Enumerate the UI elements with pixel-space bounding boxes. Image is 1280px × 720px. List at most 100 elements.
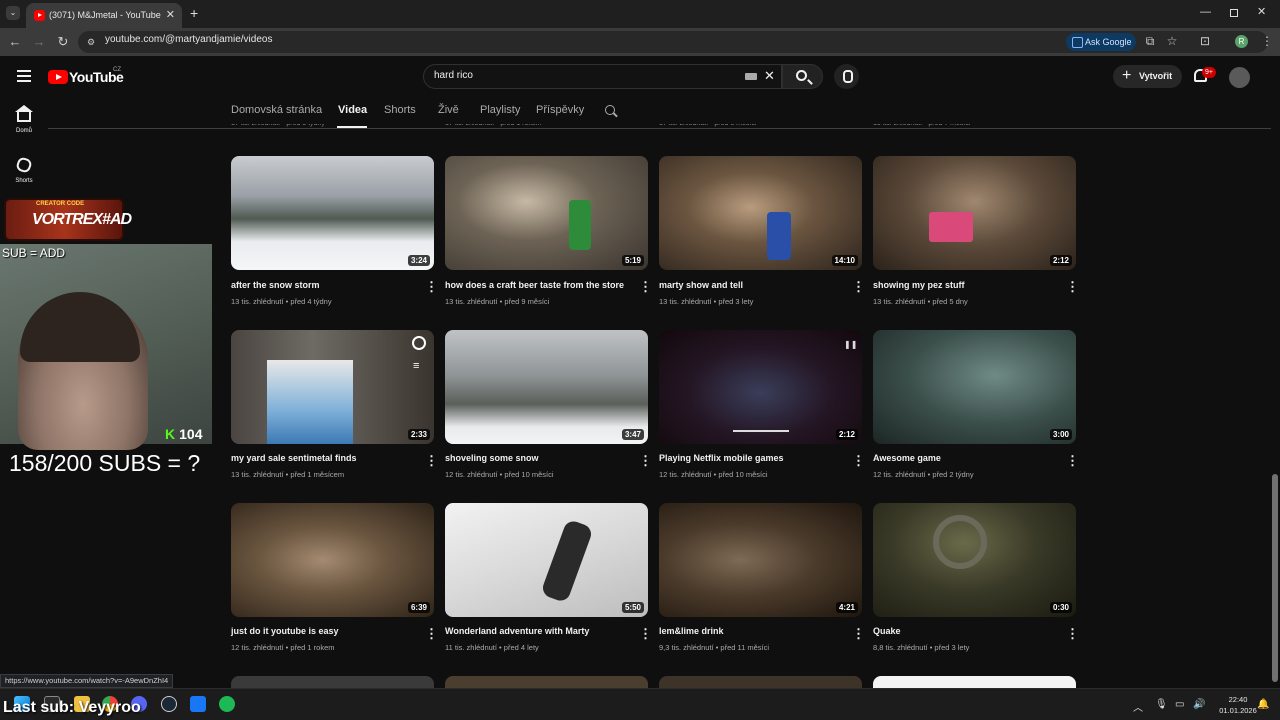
browser-profile-avatar[interactable]: R xyxy=(1235,35,1248,48)
youtube-logo-icon[interactable] xyxy=(48,70,68,84)
video-thumbnail[interactable]: 5:50 xyxy=(445,503,648,617)
video-menu-icon[interactable] xyxy=(1066,626,1079,642)
video-thumbnail[interactable]: 3:00 xyxy=(873,330,1076,444)
clear-search-icon[interactable]: ✕ xyxy=(764,68,775,84)
video-thumbnail[interactable]: 3:24 xyxy=(231,156,434,270)
ask-google-button[interactable]: Ask Google xyxy=(1066,33,1136,51)
video-title[interactable]: showing my pez stuff xyxy=(873,280,1053,290)
tab-posts[interactable]: Příspěvky xyxy=(536,104,584,116)
video-menu-icon[interactable] xyxy=(425,453,438,469)
tab-list-button[interactable]: ⌄ xyxy=(6,6,20,20)
pause-icon[interactable]: ❚❚ xyxy=(844,340,857,349)
video-menu-icon[interactable] xyxy=(1066,279,1079,295)
browser-menu-icon[interactable]: ⋮ xyxy=(1259,33,1275,49)
video-title[interactable]: Quake xyxy=(873,626,1053,636)
progress-bar[interactable] xyxy=(733,430,789,432)
video-title[interactable]: Wonderland adventure with Marty xyxy=(445,626,625,636)
video-menu-icon[interactable] xyxy=(1066,453,1079,469)
video-thumbnail[interactable]: 3:47 xyxy=(445,330,648,444)
extensions-icon[interactable]: ⊡ xyxy=(1197,33,1213,49)
video-title[interactable]: shoveling some snow xyxy=(445,453,625,463)
notification-center-icon[interactable]: 🔔 xyxy=(1257,699,1269,710)
browser-tab-youtube[interactable]: (3071) M&Jmetal - YouTube ✕ xyxy=(26,3,182,28)
video-menu-icon[interactable] xyxy=(852,626,865,642)
video-thumbnail[interactable]: 4:21 xyxy=(659,503,862,617)
new-tab-button[interactable]: + xyxy=(190,5,198,21)
video-meta-cutoff: 13 tis. zhlédnutí • před 7 měsíci xyxy=(873,124,970,129)
back-arrow-icon[interactable]: ← xyxy=(7,34,23,50)
tab-live[interactable]: Živě xyxy=(438,104,459,116)
video-thumbnail[interactable]: 14:10 xyxy=(659,156,862,270)
video-menu-icon[interactable] xyxy=(639,453,652,469)
video-thumbnail[interactable]: ≡ 2:33 xyxy=(231,330,434,444)
bookmark-star-icon[interactable]: ☆ xyxy=(1164,33,1180,49)
video-meta: 12 tis. zhlédnutí • před 10 měsíci xyxy=(659,470,768,479)
channel-search-icon[interactable] xyxy=(605,105,615,115)
tab-home[interactable]: Domovská stránka xyxy=(231,104,322,116)
video-title[interactable]: lem&lime drink xyxy=(659,626,839,636)
steam-icon[interactable] xyxy=(161,696,177,712)
video-meta: 13 tis. zhlédnutí • před 1 měsícem xyxy=(231,470,345,479)
video-thumbnail[interactable]: 2:12 xyxy=(873,156,1076,270)
video-thumbnail[interactable]: 5:19 xyxy=(445,156,648,270)
video-thumbnail[interactable]: 6:39 xyxy=(231,503,434,617)
video-title[interactable]: Playing Netflix mobile games xyxy=(659,453,839,463)
video-thumbnail[interactable] xyxy=(873,676,1076,688)
tab-playlists[interactable]: Playlisty xyxy=(480,104,520,116)
video-thumbnail[interactable] xyxy=(231,676,434,688)
video-title[interactable]: just do it youtube is easy xyxy=(231,626,411,636)
video-menu-icon[interactable] xyxy=(852,453,865,469)
video-title[interactable]: after the snow storm xyxy=(231,280,411,290)
install-app-icon[interactable]: ⧉ xyxy=(1142,33,1158,49)
video-thumbnail[interactable]: 0:30 xyxy=(873,503,1076,617)
video-title[interactable]: Awesome game xyxy=(873,453,1053,463)
sub-goal-text: 158/200 SUBS = ? xyxy=(9,450,201,476)
video-thumbnail[interactable] xyxy=(659,676,862,688)
scrollbar-thumb[interactable] xyxy=(1272,474,1278,682)
video-title[interactable]: marty show and tell xyxy=(659,280,839,290)
tray-chevron-icon[interactable]: ︿ xyxy=(1133,699,1143,714)
video-menu-icon[interactable] xyxy=(639,279,652,295)
window-close-icon[interactable]: ✕ xyxy=(1257,5,1266,18)
video-meta: 13 tis. zhlédnutí • před 5 dny xyxy=(873,297,968,306)
video-menu-icon[interactable] xyxy=(425,626,438,642)
video-meta: 11 tis. zhlédnutí • před 4 lety xyxy=(445,643,539,652)
keyboard-icon[interactable] xyxy=(745,73,757,80)
search-button[interactable] xyxy=(782,64,823,89)
beer-can xyxy=(569,200,591,250)
watch-later-icon[interactable] xyxy=(412,336,426,350)
video-thumbnail[interactable] xyxy=(445,676,648,688)
window-restore-icon[interactable] xyxy=(1230,9,1238,17)
voice-search-mic-icon[interactable] xyxy=(834,64,859,89)
tray-clock[interactable]: 22:40 01.01.2026 xyxy=(1218,694,1258,716)
video-menu-icon[interactable] xyxy=(852,279,865,295)
video-menu-icon[interactable] xyxy=(425,279,438,295)
window-minimize-icon[interactable]: — xyxy=(1200,6,1211,18)
video-meta-cutoff: 17 tis. zhlédnutí • před 3 týdny xyxy=(231,124,325,129)
sidebar-item-home[interactable]: Domů xyxy=(6,105,42,134)
video-title[interactable]: my yard sale sentimetal finds xyxy=(231,453,411,463)
tab-videos[interactable]: Videa xyxy=(338,104,367,116)
facebook-icon[interactable] xyxy=(190,696,206,712)
network-icon[interactable]: ▭ xyxy=(1175,699,1184,710)
spotify-icon[interactable] xyxy=(219,696,235,712)
site-info-icon[interactable]: ⚙ xyxy=(87,37,97,47)
creator-code-name: VORTREX#AD xyxy=(32,211,132,228)
tab-shorts[interactable]: Shorts xyxy=(384,104,416,116)
video-menu-icon[interactable] xyxy=(639,626,652,642)
sidebar-item-shorts[interactable]: Shorts xyxy=(6,156,42,184)
video-duration: 2:12 xyxy=(835,429,858,440)
account-avatar[interactable] xyxy=(1229,67,1250,88)
add-to-queue-icon[interactable]: ≡ xyxy=(413,360,419,372)
video-title[interactable]: how does a craft beer taste from the sto… xyxy=(445,280,625,290)
video-thumbnail[interactable]: ❚❚ 2:12 xyxy=(659,330,862,444)
volume-icon[interactable]: 🔊 xyxy=(1193,699,1205,710)
menu-hamburger-icon[interactable] xyxy=(17,70,31,82)
reload-icon[interactable]: ↻ xyxy=(55,34,71,50)
microphone-tray-icon[interactable]: 🎙 xyxy=(1155,699,1168,710)
tab-close-icon[interactable]: ✕ xyxy=(166,8,175,21)
search-input-value[interactable]: hard rico xyxy=(434,70,473,81)
create-button[interactable]: Vytvořit xyxy=(1113,64,1182,88)
search-input[interactable] xyxy=(423,64,782,89)
forward-arrow-icon[interactable]: → xyxy=(31,34,47,50)
